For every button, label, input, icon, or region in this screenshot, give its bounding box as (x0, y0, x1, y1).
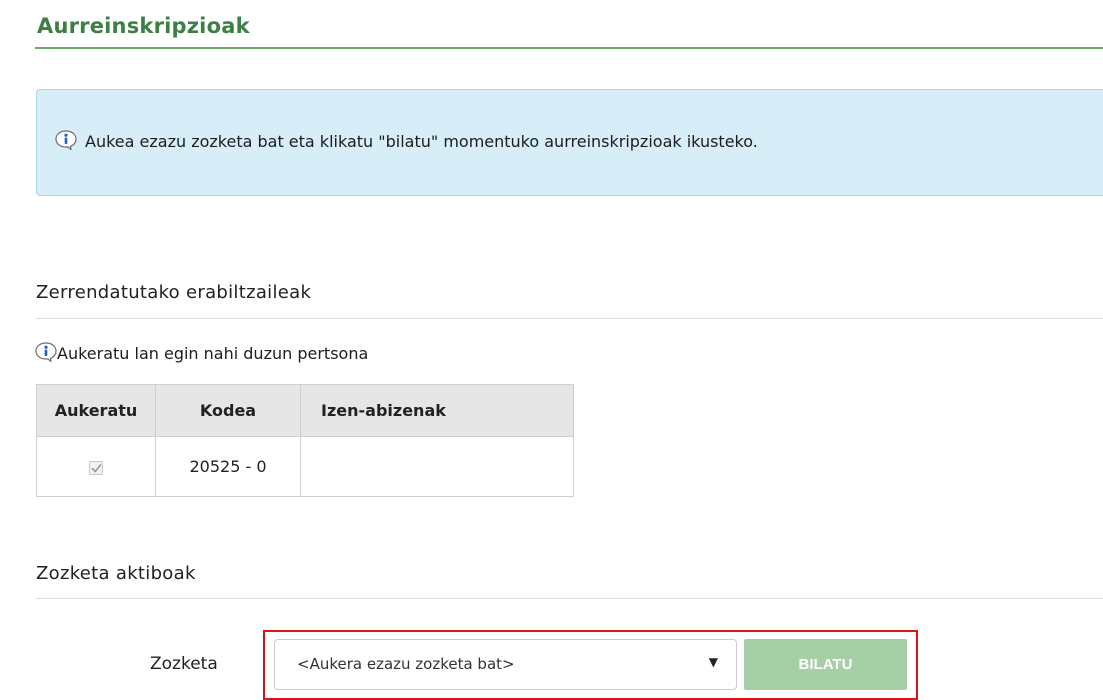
column-header-select: Aukeratu (36, 384, 156, 437)
info-icon (34, 342, 58, 363)
users-hint: Aukeratu lan egin nahi duzun pertsona (57, 344, 369, 363)
column-header-name: Izen-abizenak (300, 384, 574, 437)
draws-section-title: Zozketa aktiboak (36, 563, 196, 584)
table-header-row: Aukeratu Kodea Izen-abizenak (36, 384, 574, 437)
draws-section-divider (36, 598, 1103, 599)
select-cell[interactable] (36, 436, 156, 497)
triangle-down-icon: ▼ (708, 655, 718, 669)
table-row[interactable]: 20525 - 0 (36, 436, 574, 497)
column-header-code: Kodea (155, 384, 301, 437)
title-divider (35, 47, 1103, 49)
name-cell (300, 436, 574, 497)
users-section-divider (36, 318, 1103, 319)
draw-select[interactable]: <Aukera ezazu zozketa bat> ▼ (274, 639, 737, 690)
draw-select-value: <Aukera ezazu zozketa bat> (297, 655, 515, 673)
search-button[interactable]: BILATU (744, 639, 907, 690)
row-select-checkbox[interactable] (89, 460, 103, 475)
info-message: Aukea ezazu zozketa bat eta klikatu "bil… (85, 132, 758, 151)
page-title: Aurreinskripzioak (37, 14, 250, 38)
info-icon (54, 130, 78, 151)
users-table: Aukeratu Kodea Izen-abizenak 20525 - 0 (36, 384, 574, 497)
draw-filter-label: Zozketa (150, 654, 218, 674)
checkmark-icon (91, 463, 102, 472)
code-cell: 20525 - 0 (155, 436, 301, 497)
users-section-title: Zerrendatutako erabiltzaileak (36, 282, 312, 303)
info-box: Aukea ezazu zozketa bat eta klikatu "bil… (36, 89, 1103, 196)
